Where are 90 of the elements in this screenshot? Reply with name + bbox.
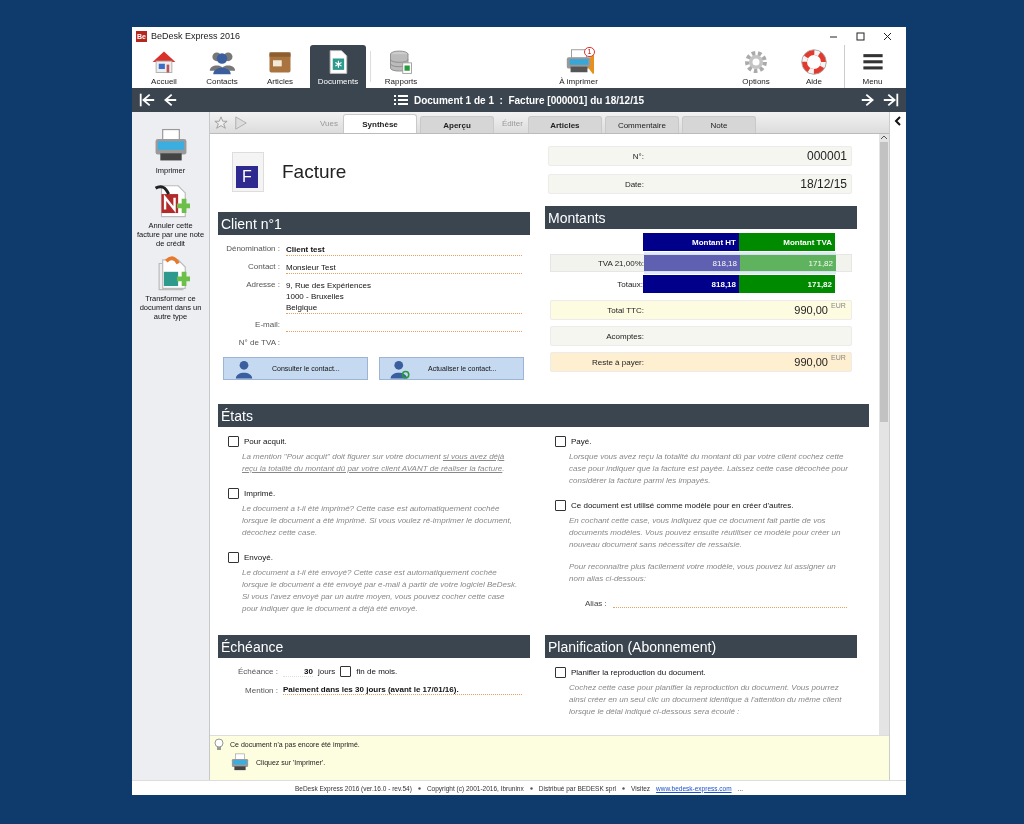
checkbox[interactable]: Ce document est utilisé comme modèle pour en créer d'autres. [555,500,857,511]
toolbar-button[interactable]: Contacts [194,45,250,88]
scroll-up-icon [880,134,888,140]
table-cell: 171,82 [740,252,836,274]
database-icon [387,48,415,76]
row-label: TVA 21,00%: [596,257,644,270]
close-button[interactable] [881,31,894,41]
section-heading: Échéance [218,635,530,658]
field-label: Contact : [247,262,281,271]
tag-icon [234,115,248,130]
input-field[interactable]: 9, Rue des Expériences 1000 - Bruxelles Belgique [286,280,522,314]
field-value: 990,00 [793,304,828,316]
tab[interactable]: Commentaire [604,116,679,133]
window-title: BeDesk Express 2016 [150,31,241,41]
field-label: N°: [631,151,644,161]
description-text: Lorsque vous avez reçu la totalité du montant dû par votre client cochez cette case pour indiquer que la facture est payée. Laissez cette case décochée pour considérer la facture parmi les impayés. [568,451,849,487]
toolbar-button[interactable]: Options [728,45,784,88]
printer-icon [230,752,250,772]
document-title: Document 1 de 1 : Facture [000001] du 18/12/15 [413,94,645,106]
description-text: La mention "Pour acquit" doit figurer sur votre document si vous avez déjà reçu la totalité du montant dû par votre client AVANT de réaliser la facture. [241,451,506,475]
last-page-icon [882,91,900,109]
field-value: 990,00 [793,356,828,368]
section-heading: Montants [545,206,857,229]
separator-dot [529,786,533,790]
tab-group-label: Éditer [501,119,524,130]
tab[interactable]: Synthèse [343,114,417,133]
section-heading: Client n°1 [218,212,530,235]
toolbar-button[interactable]: Rapports [373,45,429,88]
checkbox[interactable]: Imprimé. [228,488,530,499]
tab-group-label: Vues [319,119,339,130]
input-field[interactable]: Client test [286,244,522,256]
field-value: 18/12/15 [799,177,847,191]
column-header: Montant TVA [739,233,835,251]
document-type-title: Facture [282,161,347,183]
list-icon [393,94,408,106]
checkbox[interactable]: Pour acquit. [228,436,530,447]
description-text: En cochant cette case, vous indiquez que ce document fait partie de vos documents modèles. Vous pouvez ensuite réutiliser ce modèle pour créer un nouveau document sans nécessiter de ressaisie. [568,515,842,551]
section-heading: États [218,404,869,427]
field-label: Adresse : [245,280,281,289]
field-label: N° de TVA : [237,338,281,347]
separator-dot [622,786,626,790]
toolbar-button[interactable]: Accueil [136,45,192,88]
checkbox[interactable]: fin de mois. [340,666,398,677]
scrollbar[interactable] [879,134,889,735]
description-text: Le document a t-il été envoyé? Cette case est automatiquement cochée lorsque le document a été envoyé par e-mail à partir de votre logiciel BeDesk. Si vous l'avez envoyé par un autre moyen, vous pouvez cocher cette case pour indiquer que le document a déjà été envoyé. [241,567,519,615]
field-label: Dénomination : [225,244,281,253]
toolbar-button[interactable]: Articles [252,45,308,88]
unit-label: jours [318,667,336,676]
field-label: Alias : [585,599,607,608]
settings-icon [742,48,770,76]
person-refresh-icon [390,358,410,379]
field-label: Date: [623,179,644,189]
star-icon [214,115,228,130]
field-label: Total TTC: [606,305,644,315]
lifebuoy-icon [800,48,828,76]
field-label: Mention : [244,685,278,695]
description-text: Pour reconnaître plus facilement votre modèle, vous pouvez lui assigner un nom alias ci-dessous: [568,561,837,585]
field-value: 000001 [805,149,847,163]
close-icon [883,31,892,41]
checkbox[interactable]: Envoyé. [228,552,530,563]
lightbulb-icon [214,738,224,750]
input-field[interactable]: Monsieur Test [286,262,522,274]
toolbar-button[interactable]: Documents [310,45,366,88]
field-label: E-mail: [254,320,281,329]
field-label: Acomptes: [605,331,644,341]
separator-dot [417,786,421,790]
document-type-letter: F [236,166,258,188]
tab[interactable]: Aperçu [420,116,494,133]
person-icon [234,358,254,379]
section-heading: Planification (Abonnement) [545,635,857,658]
table-cell: 818,18 [644,252,740,274]
checkbox[interactable]: Payé. [555,436,857,447]
input-field[interactable]: 30 [283,666,313,677]
table-cell: 818,18 [643,275,739,293]
maximize-icon [856,31,865,41]
row-label: Totaux: [616,278,643,291]
description-text: Le document a t-il été imprimé? Cette case est automatiquement cochée lorsque le document a été imprimé. Si vous voulez ré-imprimer le document, décochez cette case. [241,503,513,539]
input-field[interactable]: Paiement dans les 30 jours (avant le 17/01/16). [283,685,522,695]
field-label: Reste à payer: [590,357,644,367]
column-header: Montant HT [643,233,739,251]
first-page-icon [138,91,156,109]
toolbar-button[interactable]: Aide [786,45,842,88]
field-label: Échéance : [236,667,278,676]
tab[interactable]: Articles [527,116,602,133]
collapse-icon [894,116,902,126]
table-cell: 171,82 [739,275,835,293]
checkbox[interactable]: Planifier la reproduction du document. [555,667,857,678]
description-text: Cochez cette case pour planifier la reproduction du document. Vous pourrez ainsi créer en un seul clic un document identique à l'attention du même client lorsque le délai indiqué ci-dessous sera écoulé : [568,682,843,718]
maximize-button[interactable] [854,31,867,41]
tab[interactable]: Note [681,116,756,133]
